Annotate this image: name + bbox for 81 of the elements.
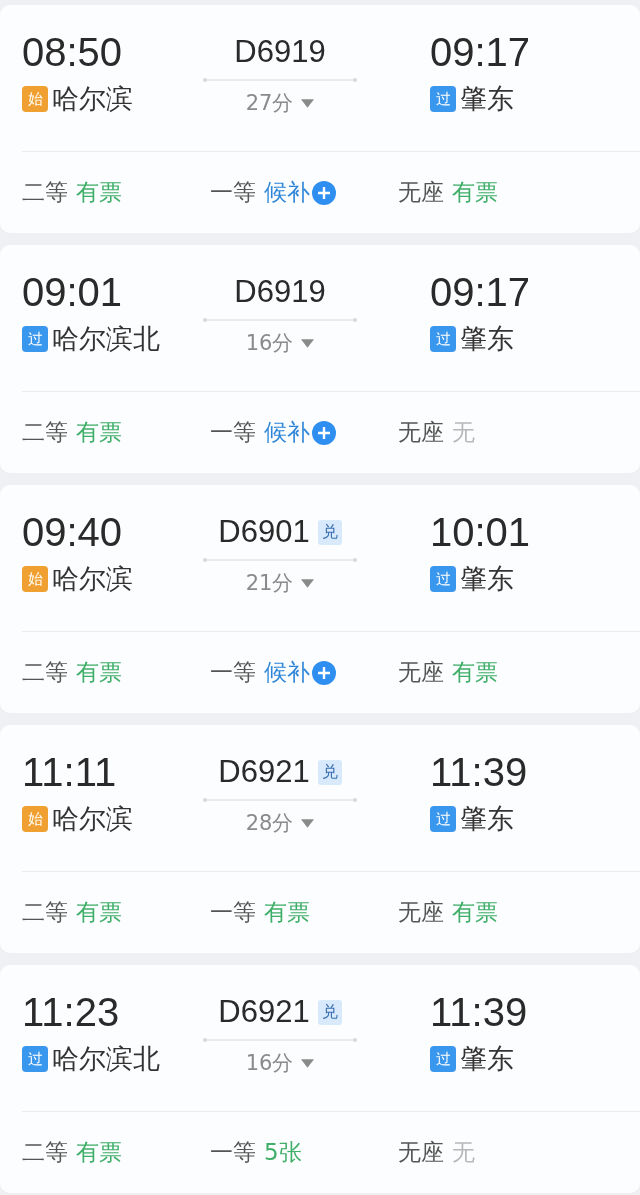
plus-icon[interactable] <box>312 180 336 205</box>
arrival-station: 肇东 <box>460 82 514 116</box>
seat-status: 有票 <box>76 658 122 687</box>
station-badge: 过 <box>430 566 456 592</box>
train-number: D6921 <box>218 754 310 790</box>
caret-icon <box>301 578 315 588</box>
train-number: D6901 <box>218 514 310 550</box>
plus-icon[interactable] <box>312 660 336 685</box>
station-badge: 过 <box>430 326 456 352</box>
station-badge: 过 <box>430 1046 456 1072</box>
train-card[interactable]: 09:40 始 哈尔滨 D6901 兑 21分 10:01 过 肇东 二等 有票 一等 候补 无座 有票 <box>0 485 640 713</box>
seat-status: 无 <box>452 418 475 447</box>
exchange-tag: 兑 <box>317 999 342 1025</box>
departure-time: 09:40 <box>22 509 124 556</box>
train-card[interactable]: 09:01 过 哈尔滨北 D6919 16分 09:17 过 肇东 二等 有票 一等 候补 无座 无 <box>0 245 640 473</box>
arrival-station: 肇东 <box>460 322 514 356</box>
seat-class: 二等 <box>22 898 68 927</box>
arrival-time: 09:17 <box>430 29 531 76</box>
seat-status: 5张 <box>264 1138 302 1167</box>
departure-time: 11:11 <box>22 749 118 796</box>
seat-class: 一等 <box>210 1138 256 1167</box>
caret-icon <box>301 1058 315 1068</box>
seat-class: 一等 <box>210 418 256 447</box>
train-number: D6919 <box>234 34 326 70</box>
station-badge: 始 <box>22 86 48 112</box>
station-badge: 过 <box>430 86 456 112</box>
seat-status: 有票 <box>452 658 498 687</box>
station-badge: 过 <box>430 806 456 832</box>
arrival-time: 10:01 <box>430 509 531 556</box>
seat-status: 候补 <box>264 658 310 687</box>
seat-status: 有票 <box>452 178 498 207</box>
seat-status: 有票 <box>76 418 122 447</box>
seat-status: 有票 <box>76 898 122 927</box>
exchange-tag: 兑 <box>317 519 342 545</box>
seat-class: 二等 <box>22 658 68 687</box>
train-card[interactable]: 11:11 始 哈尔滨 D6921 兑 28分 11:39 过 肇东 二等 有票 一等 有票 无座 有票 <box>0 725 640 953</box>
departure-station: 哈尔滨北 <box>52 322 160 356</box>
plus-icon[interactable] <box>312 420 336 445</box>
seat-status: 候补 <box>264 178 310 207</box>
station-badge: 过 <box>22 326 48 352</box>
caret-icon <box>301 98 315 108</box>
departure-station: 哈尔滨 <box>52 82 133 116</box>
seat-status: 有票 <box>452 898 498 927</box>
caret-icon <box>301 818 315 828</box>
seat-class: 一等 <box>210 178 256 207</box>
seat-status: 有票 <box>76 178 122 207</box>
seat-class: 无座 <box>398 898 444 927</box>
seat-status: 有票 <box>76 1138 122 1167</box>
departure-station: 哈尔滨北 <box>52 1042 160 1076</box>
departure-station: 哈尔滨 <box>52 562 133 596</box>
train-number: D6919 <box>234 274 326 310</box>
seat-status: 无 <box>452 1138 475 1167</box>
station-badge: 始 <box>22 806 48 832</box>
seat-class: 二等 <box>22 1138 68 1167</box>
seat-class: 一等 <box>210 658 256 687</box>
train-card[interactable]: 08:50 始 哈尔滨 D6919 27分 09:17 过 肇东 二等 有票 一等 候补 无座 有票 <box>0 5 640 233</box>
train-number: D6921 <box>218 994 310 1030</box>
arrival-station: 肇东 <box>460 802 514 836</box>
seat-status: 候补 <box>264 418 310 447</box>
seat-class: 二等 <box>22 178 68 207</box>
seat-class: 一等 <box>210 898 256 927</box>
station-badge: 过 <box>22 1046 48 1072</box>
seat-class: 无座 <box>398 178 444 207</box>
arrival-time: 11:39 <box>430 989 528 1036</box>
departure-station: 哈尔滨 <box>52 802 133 836</box>
arrival-time: 11:39 <box>430 749 528 796</box>
seat-class: 无座 <box>398 658 444 687</box>
train-card[interactable]: 11:23 过 哈尔滨北 D6921 兑 16分 11:39 过 肇东 二等 有票 一等 5张 无座 无 <box>0 965 640 1193</box>
arrival-station: 肇东 <box>460 562 514 596</box>
seat-status: 有票 <box>264 898 310 927</box>
seat-class: 二等 <box>22 418 68 447</box>
departure-time: 11:23 <box>22 989 121 1036</box>
station-badge: 始 <box>22 566 48 592</box>
exchange-tag: 兑 <box>317 759 342 785</box>
caret-icon <box>301 338 315 348</box>
departure-time: 09:01 <box>22 269 124 316</box>
arrival-time: 09:17 <box>430 269 531 316</box>
seat-class: 无座 <box>398 1138 444 1167</box>
seat-class: 无座 <box>398 418 444 447</box>
departure-time: 08:50 <box>22 29 124 76</box>
arrival-station: 肇东 <box>460 1042 514 1076</box>
